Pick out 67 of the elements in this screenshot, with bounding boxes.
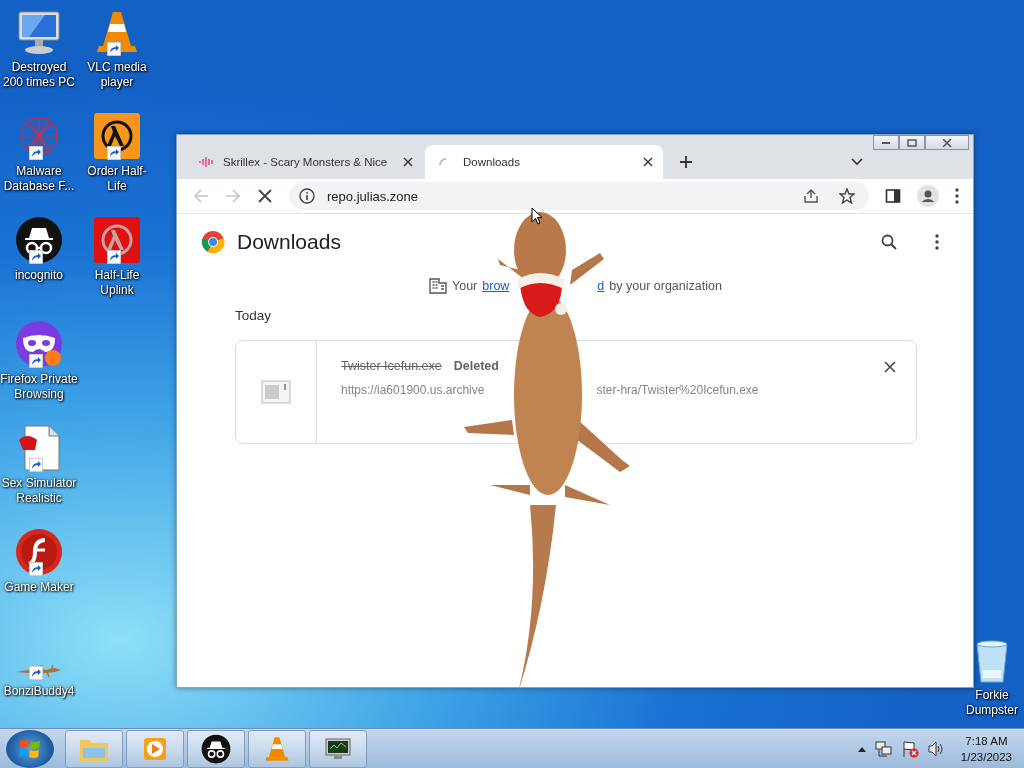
- restore-icon: [907, 138, 917, 147]
- tab-title: Downloads: [462, 156, 521, 168]
- lambda-icon[interactable]: [93, 112, 141, 160]
- start-button[interactable]: [6, 729, 54, 768]
- minimize-button[interactable]: [873, 135, 899, 150]
- icon-label: BonziBuddy4: [2, 684, 76, 699]
- trash-bin-icon[interactable]: [975, 640, 1009, 684]
- monitor-icon: [324, 736, 352, 761]
- browser-tab[interactable]: Skrillex - Scary Monsters & Nice: [185, 145, 423, 179]
- speaker-icon[interactable]: [926, 739, 945, 758]
- download-status: Deleted: [453, 359, 499, 373]
- tab-title: Skrillex - Scary Monsters & Nice: [223, 156, 389, 168]
- new-tab-icon[interactable]: [679, 155, 693, 169]
- address-bar[interactable]: repo.julias.zone: [289, 182, 869, 210]
- notice-text: by your organization: [609, 279, 722, 293]
- more-icon[interactable]: [935, 234, 939, 250]
- profile-icon[interactable]: [917, 185, 939, 207]
- traffic-cone-icon: [263, 734, 291, 763]
- sound-wave-icon: [199, 156, 215, 168]
- flag-icon[interactable]: [900, 739, 919, 758]
- download-url: https://ia601900.us.archive: [341, 383, 485, 397]
- close-button[interactable]: [925, 135, 969, 150]
- notice-link[interactable]: d: [597, 279, 605, 293]
- star-icon[interactable]: [839, 188, 855, 204]
- notice-text: Your: [452, 279, 478, 293]
- minimize-icon: [882, 141, 890, 144]
- hat-and-glasses-icon: [201, 733, 231, 764]
- browser-tab[interactable]: Downloads: [425, 145, 663, 179]
- icon-label: Forkie Dumpster: [965, 688, 1019, 718]
- download-url: ster-hra/Twister%20Icefun.exe: [596, 383, 759, 397]
- notice-link[interactable]: brow: [482, 279, 510, 293]
- icon-label: Sex Simulator Realistic: [0, 476, 78, 506]
- play-icon: [142, 735, 168, 762]
- close-icon[interactable]: [643, 157, 653, 167]
- icon-label: Half-Life Uplink: [93, 268, 141, 298]
- chevron-down-icon[interactable]: [851, 158, 863, 166]
- chrome-logo-icon: [201, 230, 225, 254]
- icon-label: Game Maker: [3, 580, 75, 595]
- restore-button[interactable]: [899, 135, 925, 150]
- icon-label: Destroyed 200 times PC: [2, 60, 76, 90]
- icon-label: Malware Database F...: [2, 164, 76, 194]
- building-icon: [429, 278, 447, 294]
- close-icon: [942, 138, 952, 147]
- stop-icon[interactable]: [257, 188, 273, 204]
- taskbar-button[interactable]: [309, 729, 367, 768]
- icon-label: Firefox Private Browsing: [0, 372, 78, 402]
- search-icon[interactable]: [881, 234, 897, 250]
- monitor-icon[interactable]: [15, 8, 63, 56]
- more-icon[interactable]: [955, 188, 959, 204]
- close-icon[interactable]: [403, 157, 413, 167]
- windows-logo-icon: [19, 738, 41, 759]
- icon-label: Order Half-Life: [86, 164, 148, 194]
- share-icon[interactable]: [803, 188, 819, 204]
- icon-label: VLC media player: [86, 60, 148, 90]
- close-icon[interactable]: [884, 361, 896, 373]
- file-icon: [261, 380, 291, 404]
- taskbar-button[interactable]: [187, 729, 245, 768]
- loading-spinner-icon: [439, 158, 447, 166]
- clock-date[interactable]: 1/23/2023: [960, 748, 1012, 765]
- icon-label: incognito: [13, 268, 64, 283]
- info-icon[interactable]: [299, 188, 315, 204]
- page-title: Downloads: [237, 230, 341, 254]
- section-heading: Today: [235, 308, 273, 323]
- file-name: Twister Icefun.exe: [341, 359, 442, 373]
- clock-time[interactable]: 7:18 AM: [965, 732, 1008, 749]
- side-panel-icon[interactable]: [885, 188, 901, 204]
- url-text: repo.julias.zone: [327, 188, 419, 204]
